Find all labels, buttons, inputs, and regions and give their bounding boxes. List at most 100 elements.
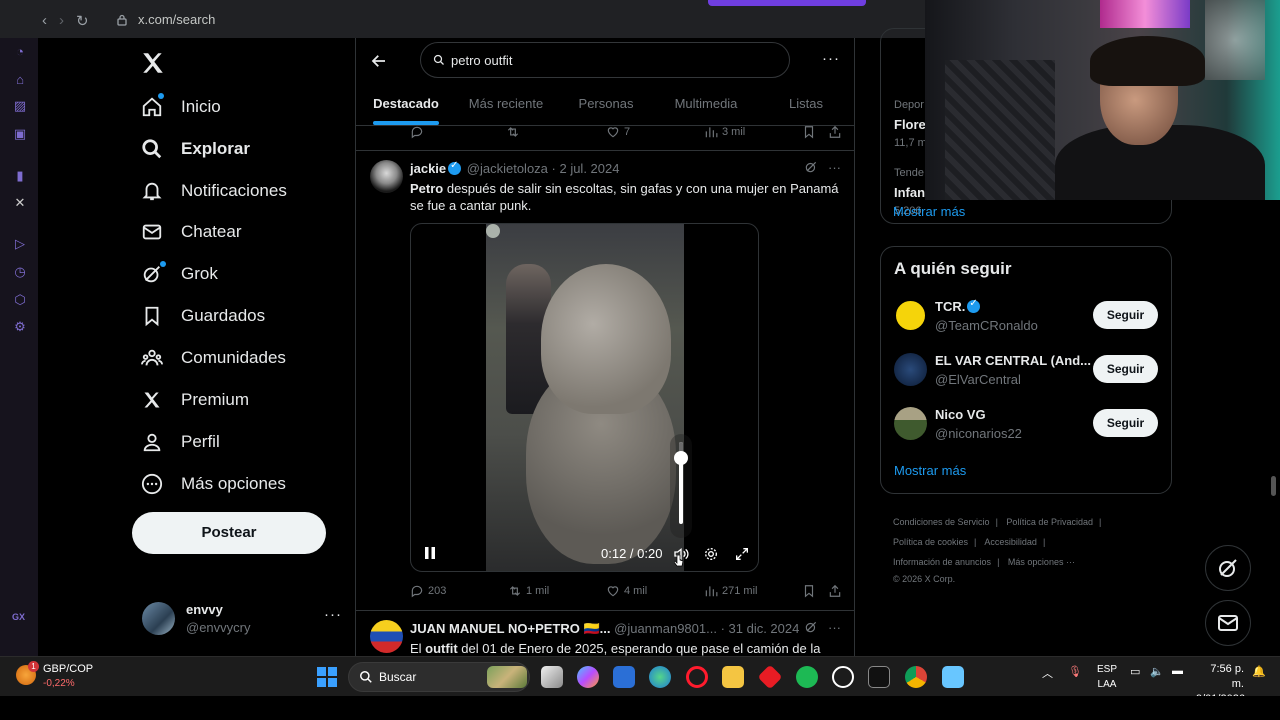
easy-files-icon[interactable]: ▨: [12, 98, 28, 114]
author-handle[interactable]: @jackietoloza: [467, 161, 548, 176]
fullscreen-icon[interactable]: [734, 546, 750, 562]
back-arrow-icon[interactable]: [370, 52, 388, 70]
avatar[interactable]: [894, 299, 927, 332]
opera-gx-icon[interactable]: [686, 666, 708, 688]
nav-perfil[interactable]: Perfil: [140, 427, 220, 457]
notifications-icon[interactable]: 🔔: [1252, 665, 1266, 678]
follow-button[interactable]: Seguir: [1093, 301, 1158, 329]
video-player[interactable]: 0:12 / 0:20: [410, 223, 759, 572]
nav-notificaciones[interactable]: Notificaciones: [140, 176, 287, 206]
speaker-icon[interactable]: 🔈: [1150, 665, 1164, 678]
spotify-icon[interactable]: [796, 666, 818, 688]
language-indicator[interactable]: ESP LAA: [1096, 662, 1118, 692]
bookmark-icon[interactable]: [802, 584, 816, 598]
reply-button[interactable]: 203: [410, 584, 446, 598]
avatar[interactable]: [370, 160, 403, 193]
grok-fab[interactable]: [1205, 545, 1251, 591]
repost-button[interactable]: 1 mil: [508, 584, 549, 598]
nav-inicio[interactable]: Inicio: [140, 92, 221, 122]
follow-show-more-link[interactable]: Mostrar más: [894, 463, 966, 478]
chrome-icon[interactable]: [905, 666, 927, 688]
footer-link[interactable]: Política de cookies: [893, 537, 968, 547]
aria-icon[interactable]: ◔: [12, 44, 28, 60]
nav-explorar[interactable]: Explorar: [140, 134, 250, 164]
like-button[interactable]: 4 mil: [606, 584, 647, 598]
x-logo-icon[interactable]: [140, 50, 166, 76]
follow-suggestion[interactable]: EL VAR CENTRAL (And... @ElVarCentral Seg…: [894, 351, 1160, 391]
more-icon[interactable]: ···: [822, 50, 840, 67]
windows-start-icon[interactable]: [317, 667, 337, 687]
tab-destacado[interactable]: Destacado: [356, 86, 456, 126]
taskbar-search[interactable]: Buscar: [348, 662, 530, 692]
obs-icon[interactable]: [832, 666, 854, 688]
author-name[interactable]: jackie: [410, 161, 446, 176]
footer-link[interactable]: Más opciones ···: [1008, 557, 1075, 567]
footer-link[interactable]: Accesibilidad: [984, 537, 1037, 547]
post-button[interactable]: Postear: [132, 512, 326, 554]
address-bar[interactable]: x.com/search: [116, 12, 215, 27]
tray-overflow-icon[interactable]: ︿: [1042, 665, 1053, 681]
views-button[interactable]: 271 mil: [704, 584, 757, 598]
trend-title[interactable]: Infan: [894, 185, 925, 200]
share-icon[interactable]: [828, 584, 842, 598]
share-icon[interactable]: [828, 125, 842, 139]
notepad-icon[interactable]: [942, 666, 964, 688]
player-icon[interactable]: ▷: [12, 236, 28, 252]
copilot-icon[interactable]: [577, 666, 599, 688]
tweet-date[interactable]: · 2 jul. 2024: [552, 161, 620, 176]
file-explorer-icon[interactable]: [722, 666, 744, 688]
settings-icon[interactable]: ⚙: [12, 319, 28, 335]
footer-link[interactable]: Información de anuncios: [893, 557, 991, 567]
messages-fab[interactable]: [1205, 600, 1251, 646]
site-info-icon[interactable]: [116, 14, 128, 26]
workspace-icon[interactable]: ⌂: [12, 72, 28, 88]
nav-grok[interactable]: Grok: [140, 259, 218, 289]
search-input[interactable]: petro outfit: [420, 42, 790, 78]
widgets-button[interactable]: 1 GBP/COP -0,22%: [16, 661, 126, 693]
grok-icon[interactable]: [804, 620, 818, 634]
follow-suggestion[interactable]: Nico VG @niconarios22 Seguir: [894, 405, 1160, 445]
reply-icon[interactable]: [410, 125, 424, 139]
scrollbar[interactable]: [1271, 476, 1276, 496]
follow-suggestion[interactable]: TCR. @TeamCRonaldo Seguir: [894, 297, 1160, 337]
suggestion-name[interactable]: TCR.: [935, 298, 982, 314]
tweet-date[interactable]: · 31 dic. 2024: [721, 621, 800, 636]
outlook-icon[interactable]: [613, 666, 635, 688]
more-icon[interactable]: ···: [324, 606, 342, 623]
tab-multimedia[interactable]: Multimedia: [656, 86, 756, 126]
tab-listas[interactable]: Listas: [756, 86, 854, 126]
nav-mas-opciones[interactable]: Más opciones: [140, 469, 286, 499]
more-icon[interactable]: ···: [828, 160, 841, 175]
history-icon[interactable]: ◷: [12, 264, 28, 280]
suggestion-name[interactable]: Nico VG: [935, 407, 986, 422]
microphone-icon[interactable]: 🎙: [1068, 665, 1082, 678]
footer-link[interactable]: Política de Privacidad: [1006, 517, 1093, 527]
follow-button[interactable]: Seguir: [1093, 409, 1158, 437]
battery-icon[interactable]: ▬: [1172, 665, 1183, 677]
author-handle[interactable]: @juanman9801...: [614, 621, 717, 636]
epic-games-icon[interactable]: [868, 666, 890, 688]
reload-icon[interactable]: ↻: [76, 12, 89, 30]
network-icon[interactable]: ▭: [1130, 665, 1140, 678]
avatar[interactable]: [894, 353, 927, 386]
avatar[interactable]: [370, 620, 403, 653]
trends-show-more-link[interactable]: Mostrar más: [893, 204, 965, 219]
task-view-icon[interactable]: [541, 666, 563, 688]
nav-chatear[interactable]: Chatear: [140, 217, 241, 247]
back-icon[interactable]: ‹: [42, 12, 47, 30]
nav-premium[interactable]: Premium: [140, 385, 249, 415]
edge-icon[interactable]: [649, 666, 671, 688]
suggestion-name[interactable]: EL VAR CENTRAL (And...: [935, 353, 1091, 368]
pause-icon[interactable]: [423, 546, 437, 560]
settings-icon[interactable]: [703, 546, 719, 562]
views-button[interactable]: 3 mil: [704, 125, 745, 139]
avatar[interactable]: [894, 407, 927, 440]
forward-icon[interactable]: ›: [59, 12, 64, 30]
extensions-icon[interactable]: ⬡: [12, 292, 28, 308]
messenger-icon[interactable]: ▣: [12, 126, 28, 142]
tweet[interactable]: JUAN MANUEL NO+PETRO 🇨🇴... @juanman9801.…: [356, 610, 854, 656]
footer-link[interactable]: Condiciones de Servicio: [893, 517, 990, 527]
twitch-icon[interactable]: ▮: [12, 168, 28, 184]
nav-guardados[interactable]: Guardados: [140, 301, 265, 331]
bookmark-icon[interactable]: [802, 125, 816, 139]
